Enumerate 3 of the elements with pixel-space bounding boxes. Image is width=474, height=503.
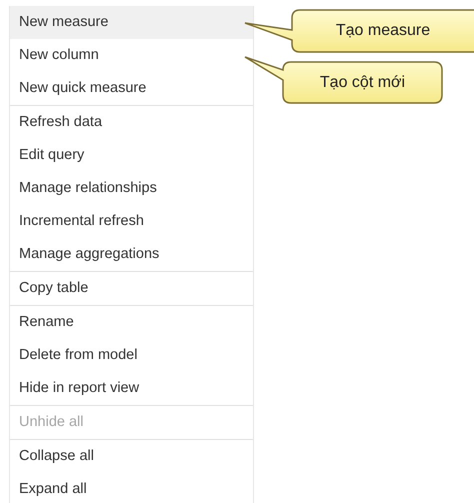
- callout-text: Tạo cột mới: [320, 72, 406, 92]
- callout-text: Tạo measure: [336, 21, 430, 41]
- menu-item[interactable]: New measure: [10, 6, 253, 39]
